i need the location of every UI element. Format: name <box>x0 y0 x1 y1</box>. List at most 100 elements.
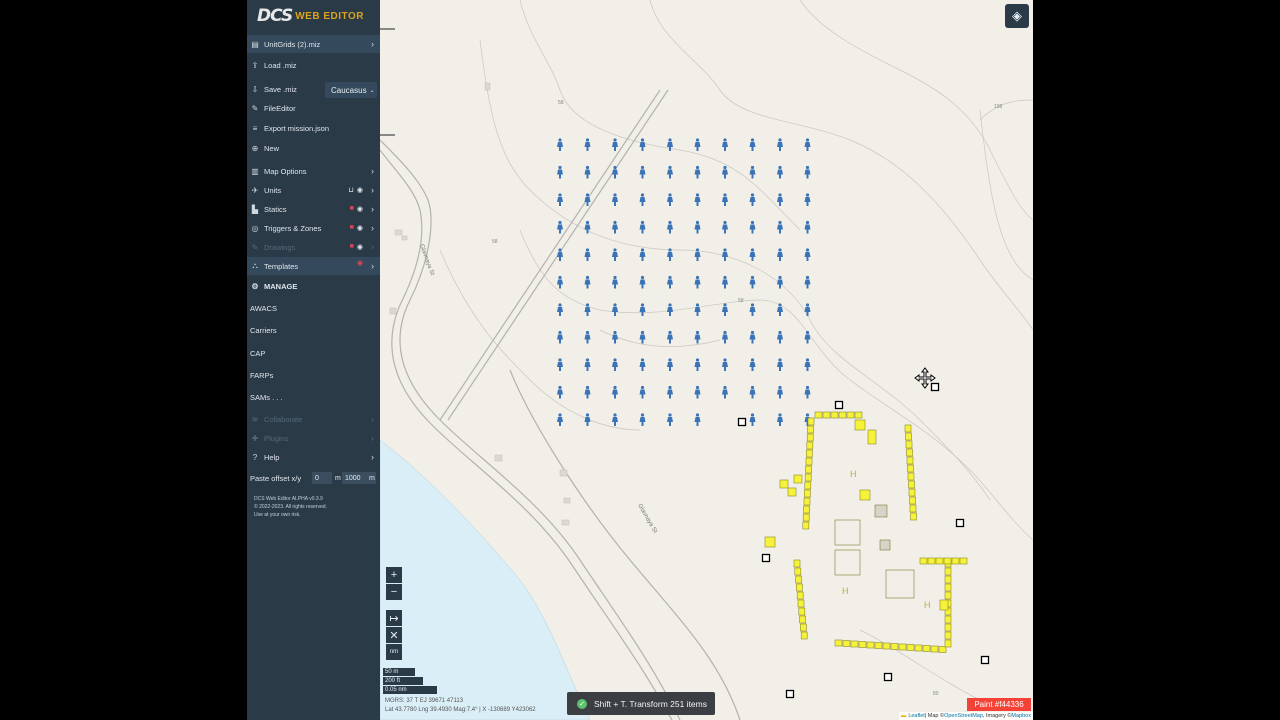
lock-icon[interactable]: ■ <box>350 205 354 213</box>
static-object[interactable] <box>908 488 916 497</box>
infantry-unit[interactable] <box>722 275 728 289</box>
static-object[interactable] <box>793 559 801 568</box>
infantry-unit[interactable] <box>612 138 618 151</box>
infantry-unit[interactable] <box>694 165 701 179</box>
static-object[interactable] <box>908 480 915 489</box>
infantry-unit[interactable] <box>777 413 783 426</box>
infantry-unit[interactable] <box>749 385 756 399</box>
infantry-unit[interactable] <box>749 330 756 344</box>
static-object[interactable] <box>850 640 859 648</box>
menu-item-carriers[interactable]: Carriers <box>247 321 380 339</box>
static-object[interactable] <box>906 456 914 465</box>
paste-offset-y-input[interactable]: 1000 <box>342 472 366 484</box>
infantry-unit[interactable] <box>584 330 591 344</box>
infantry-unit[interactable] <box>612 193 618 206</box>
infantry-unit[interactable] <box>639 193 646 206</box>
menu-item-help[interactable]: ? Help › <box>247 448 380 466</box>
infantry-unit[interactable] <box>612 303 618 316</box>
static-object[interactable] <box>858 641 867 648</box>
static-object[interactable] <box>846 411 855 419</box>
static-object[interactable] <box>806 441 814 450</box>
infantry-unit[interactable] <box>694 275 701 289</box>
menu-item-new[interactable]: ⊕ New <box>247 139 380 157</box>
infantry-unit[interactable] <box>722 220 728 234</box>
transform-handle[interactable] <box>761 553 771 563</box>
infantry-unit[interactable] <box>639 385 646 399</box>
zoom-in-button[interactable]: + <box>386 567 402 583</box>
infantry-unit[interactable] <box>557 138 563 151</box>
transform-handle[interactable] <box>785 689 795 699</box>
infantry-unit[interactable] <box>777 193 783 206</box>
infantry-unit[interactable] <box>557 193 563 206</box>
static-object[interactable] <box>842 640 851 647</box>
static-object[interactable] <box>905 440 913 449</box>
infantry-unit[interactable] <box>612 165 618 179</box>
infantry-unit[interactable] <box>639 165 646 179</box>
infantry-unit[interactable] <box>749 193 756 206</box>
infantry-unit[interactable] <box>804 193 811 206</box>
transform-handle[interactable] <box>737 417 747 427</box>
infantry-unit[interactable] <box>557 413 563 426</box>
menu-item-units[interactable]: ✈ Units ⊔ ◉ › <box>247 181 380 199</box>
static-object[interactable] <box>807 425 814 434</box>
infantry-unit[interactable] <box>584 275 591 289</box>
infantry-unit[interactable] <box>612 385 618 399</box>
infantry-unit[interactable] <box>612 358 618 371</box>
infantry-unit[interactable] <box>749 248 756 261</box>
helipad-marker[interactable]: H <box>924 600 931 610</box>
infantry-unit[interactable] <box>749 358 756 371</box>
static-object[interactable] <box>930 645 939 653</box>
static-object[interactable] <box>795 575 802 584</box>
static-object[interactable] <box>805 465 812 474</box>
infantry-unit[interactable] <box>722 138 728 151</box>
infantry-unit[interactable] <box>557 303 563 316</box>
static-object[interactable] <box>796 591 804 600</box>
static-object[interactable] <box>944 639 952 648</box>
static-object[interactable] <box>867 429 877 445</box>
static-object[interactable] <box>803 497 811 506</box>
infantry-unit[interactable] <box>639 330 646 344</box>
static-object[interactable] <box>910 512 917 521</box>
infantry-unit[interactable] <box>667 275 673 289</box>
menu-item-load[interactable]: ⇪ Load .miz <box>247 56 380 74</box>
infantry-unit[interactable] <box>694 220 701 234</box>
infantry-unit[interactable] <box>557 220 563 234</box>
transform-handle[interactable] <box>930 382 940 392</box>
static-object[interactable] <box>807 417 815 426</box>
infantry-unit[interactable] <box>749 220 756 234</box>
infantry-unit[interactable] <box>777 220 783 234</box>
static-object[interactable] <box>944 575 952 584</box>
menu-item-map-options[interactable]: ▥ Map Options › <box>247 162 380 180</box>
static-object[interactable] <box>866 641 875 649</box>
theatre-select[interactable]: Caucasus ⌄ <box>325 82 377 98</box>
static-object[interactable] <box>944 615 952 624</box>
helipad-marker[interactable]: H <box>850 469 857 479</box>
infantry-unit[interactable] <box>612 248 618 261</box>
infantry-unit[interactable] <box>557 165 563 179</box>
infantry-unit[interactable] <box>639 275 646 289</box>
infantry-unit[interactable] <box>639 248 646 261</box>
osm-link[interactable]: OpenStreetMap <box>944 713 983 719</box>
static-building[interactable] <box>885 569 915 599</box>
infantry-unit[interactable] <box>667 385 673 399</box>
infantry-unit[interactable] <box>639 413 646 426</box>
infantry-unit[interactable] <box>584 138 591 151</box>
infantry-unit[interactable] <box>777 138 783 151</box>
measure-tool-button[interactable]: ↦ <box>386 610 402 626</box>
static-object[interactable] <box>800 623 807 632</box>
static-object[interactable] <box>854 411 863 419</box>
infantry-unit[interactable] <box>804 385 811 399</box>
menu-item-collaborate[interactable]: ≋ Collaborate › <box>247 410 380 428</box>
static-object[interactable] <box>890 643 899 650</box>
infantry-unit[interactable] <box>722 358 728 371</box>
infantry-unit[interactable] <box>584 413 591 426</box>
static-object[interactable] <box>830 411 839 419</box>
infantry-unit[interactable] <box>694 303 701 316</box>
infantry-unit[interactable] <box>777 165 783 179</box>
leaflet-link[interactable]: Leaflet <box>908 713 925 719</box>
infantry-unit[interactable] <box>694 138 701 151</box>
static-object[interactable] <box>959 557 968 565</box>
static-object[interactable] <box>794 567 802 576</box>
static-object[interactable] <box>779 479 789 489</box>
menu-item-cap[interactable]: CAP <box>247 344 380 362</box>
